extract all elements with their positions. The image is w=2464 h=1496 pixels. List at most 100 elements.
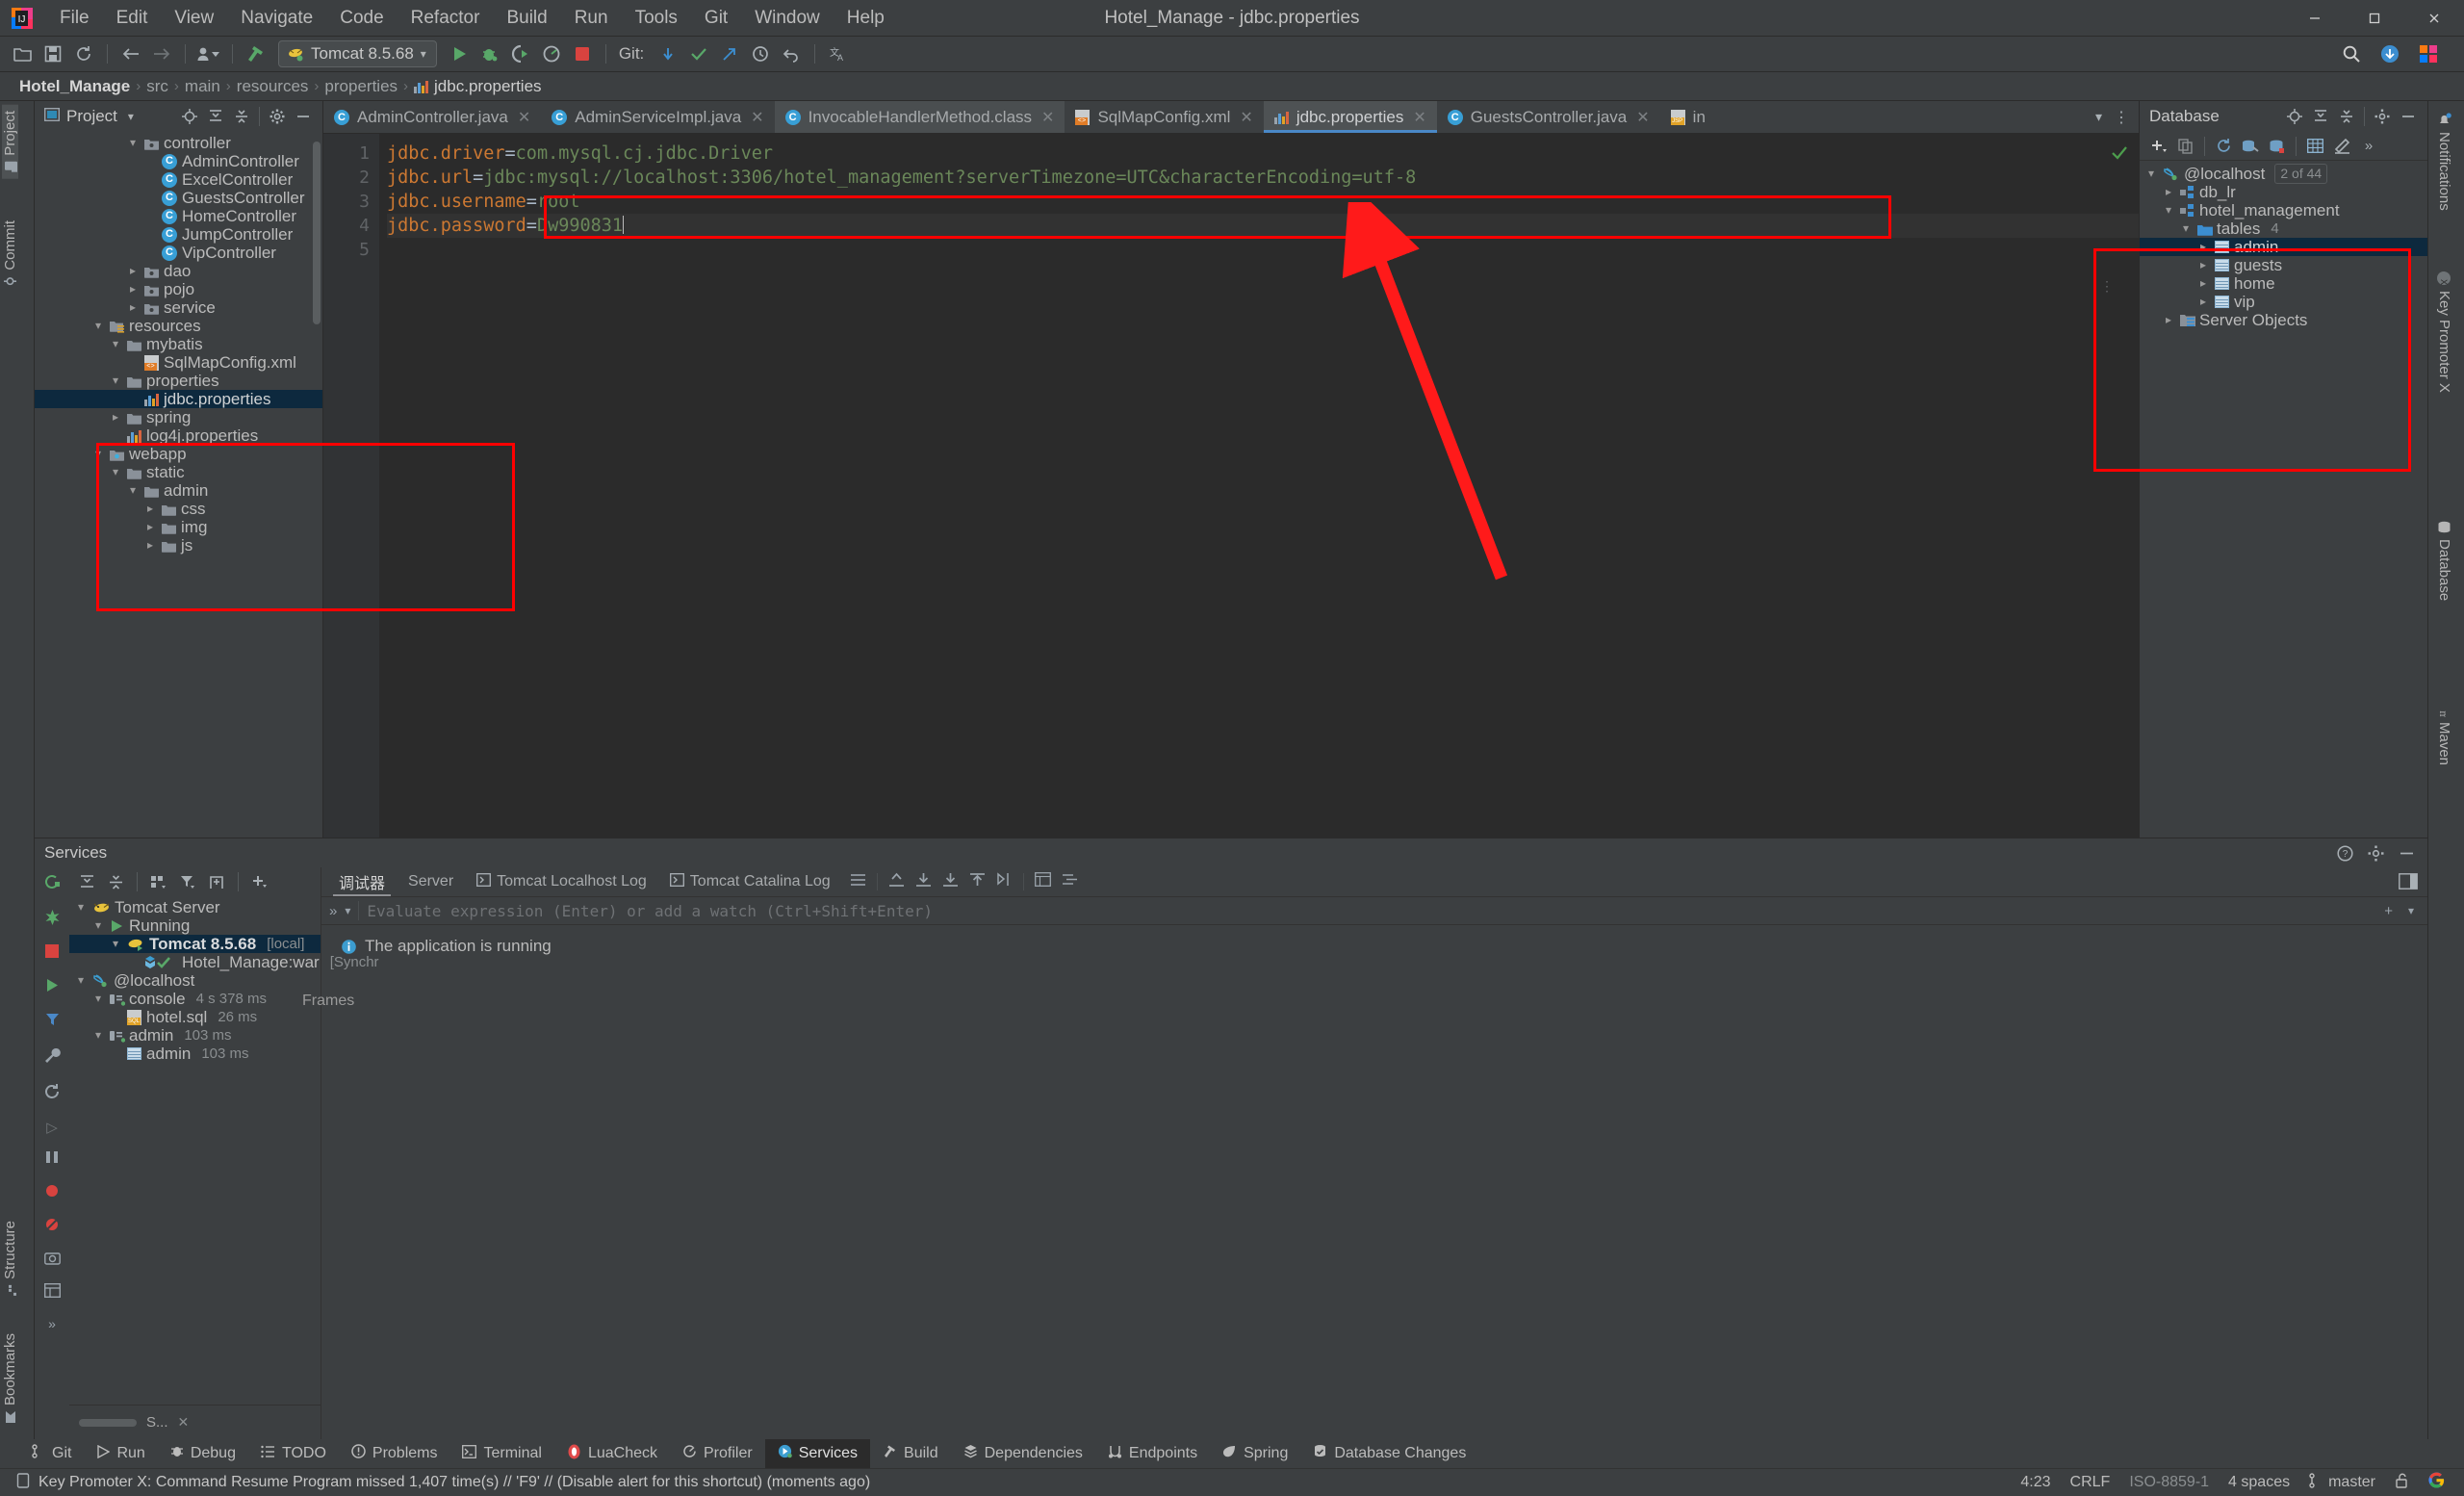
services-tab[interactable]: Tomcat Catalina Log — [658, 867, 842, 896]
chevron-right-icon[interactable]: ▸ — [143, 500, 157, 518]
status-bar-tool-services[interactable]: Services — [764, 1439, 871, 1468]
services-tree-node[interactable]: Hotel_Manage:war [Synchr — [69, 953, 379, 971]
close-icon[interactable]: ✕ — [178, 1414, 190, 1431]
force-step-into-icon[interactable] — [942, 872, 959, 892]
query-console-icon[interactable] — [2330, 135, 2353, 158]
status-bar-tool-debug[interactable]: Debug — [158, 1439, 248, 1468]
chevron-right-icon[interactable]: ▸ — [109, 408, 122, 426]
services-tree-node[interactable]: ▾ console 4 s 378 ms — [69, 990, 321, 1008]
expand-all-icon[interactable] — [2309, 105, 2332, 128]
project-tree-node[interactable]: ▾ mybatis — [35, 335, 322, 353]
chevron-right-icon[interactable]: ▸ — [126, 280, 140, 298]
menu-view[interactable]: View — [161, 4, 227, 33]
stripe-button-key-promoter[interactable]: X Key Promoter X — [2436, 265, 2452, 399]
breadcrumb-item-main[interactable]: main — [179, 77, 226, 96]
stripe-button-database[interactable]: Database — [2436, 515, 2452, 606]
status-bar-message[interactable]: Key Promoter X: Command Resume Program m… — [38, 1474, 870, 1491]
close-tab-icon[interactable]: ✕ — [1041, 108, 1054, 127]
back-arrow-icon[interactable] — [116, 40, 145, 67]
chevron-down-icon[interactable]: ▾ — [109, 372, 122, 390]
menu-file[interactable]: File — [46, 4, 103, 33]
add-plus-icon[interactable] — [2147, 135, 2170, 158]
project-tree-node[interactable]: ▾ controller — [35, 134, 322, 152]
status-bar-tool-endpoints[interactable]: Endpoints — [1095, 1439, 1210, 1468]
table-editor-icon[interactable] — [2303, 135, 2326, 158]
run-with-coverage-icon[interactable] — [506, 40, 535, 67]
project-tree-node[interactable]: ▸ spring — [35, 408, 322, 426]
status-bar-tool-dependencies[interactable]: Dependencies — [951, 1439, 1095, 1468]
debug-icon[interactable] — [475, 40, 504, 67]
translate-icon[interactable]: 文A — [824, 40, 853, 67]
status-bar-tool-build[interactable]: Build — [870, 1439, 951, 1468]
stripe-button-maven[interactable]: m Maven — [2436, 698, 2452, 771]
step-into-icon[interactable] — [915, 872, 932, 892]
locate-icon[interactable] — [2283, 105, 2306, 128]
database-tree-node[interactable]: ▾ @localhost 2 of 44 — [2140, 164, 2427, 184]
more-options-icon[interactable]: ⋮ — [2106, 108, 2129, 127]
status-bar-tool-database-changes[interactable]: Database Changes — [1300, 1439, 1478, 1468]
breadcrumb-item-properties[interactable]: properties — [319, 77, 403, 96]
pause-icon[interactable] — [44, 1149, 60, 1170]
services-tree-node[interactable]: ▾ @localhost — [69, 971, 321, 990]
project-tree-node[interactable]: ▸ dao — [35, 262, 322, 280]
resume-icon[interactable] — [44, 977, 61, 998]
run-icon[interactable] — [445, 40, 474, 67]
menu-navigate[interactable]: Navigate — [227, 4, 326, 33]
stop-square-icon[interactable] — [44, 943, 60, 964]
group-icon[interactable] — [147, 870, 170, 893]
plugin-update-icon[interactable] — [2375, 40, 2404, 67]
rerun-icon[interactable] — [43, 873, 61, 895]
services-tree-node[interactable]: admin 103 ms — [69, 1045, 321, 1063]
services-tab-bar[interactable]: 调试器 Server Tomcat Localhost Log Tomcat Cata… — [321, 867, 2427, 896]
chevron-down-icon[interactable]: ▾ — [2179, 219, 2193, 238]
rollback-icon[interactable] — [777, 40, 806, 67]
restart-icon[interactable] — [43, 1083, 61, 1105]
database-tree-node[interactable]: ▾ hotel_management — [2140, 201, 2427, 219]
code-line[interactable]: jdbc.username=root — [387, 190, 2139, 214]
hide-panel-icon[interactable] — [292, 105, 315, 128]
chevron-down-icon[interactable]: ▾ — [109, 335, 122, 353]
project-tree-node[interactable]: ▸ css — [35, 500, 322, 518]
layout-icon[interactable] — [43, 1282, 61, 1303]
camera-icon[interactable] — [43, 1251, 61, 1270]
evaluate-expression-row[interactable]: » ▾ Evaluate expression (Enter) or add a… — [321, 896, 2427, 925]
editor-tab[interactable]: C AdminController.java ✕ — [323, 101, 541, 133]
chevron-down-icon[interactable]: ▾ — [421, 47, 426, 61]
chevron-down-icon[interactable]: ▾ — [91, 317, 105, 335]
close-tab-icon[interactable]: ✕ — [1413, 108, 1425, 127]
chevron-right-icon[interactable]: ▸ — [143, 536, 157, 555]
db-sync-icon[interactable] — [2239, 135, 2262, 158]
close-tab-icon[interactable]: ✕ — [751, 108, 763, 127]
more-icon[interactable]: » — [48, 1316, 56, 1331]
filter-icon[interactable] — [44, 1012, 61, 1033]
database-tree-node[interactable]: ▸ vip — [2140, 293, 2427, 311]
stripe-button-structure[interactable]: Structure — [2, 1215, 18, 1303]
services-tab[interactable]: Server — [397, 867, 465, 896]
project-tree-node[interactable]: ▾ webapp — [35, 445, 322, 463]
project-tree-node[interactable]: ▾ admin — [35, 481, 322, 500]
line-separator[interactable]: CRLF — [2070, 1474, 2111, 1491]
user-profile-icon[interactable] — [194, 40, 223, 67]
chevron-right-icon[interactable]: ▸ — [2196, 274, 2210, 293]
evaluate-icon[interactable] — [1034, 872, 1051, 891]
menu-code[interactable]: Code — [326, 4, 397, 33]
chevron-down-icon[interactable]: ▾ — [109, 935, 122, 953]
menu-refactor[interactable]: Refactor — [398, 4, 494, 33]
ide-icon[interactable] — [2414, 40, 2443, 67]
chevron-down-icon[interactable]: ▾ — [74, 971, 88, 990]
open-folder-icon[interactable] — [8, 40, 37, 67]
project-tree-node[interactable]: ▸ pojo — [35, 280, 322, 298]
run-configuration-selector[interactable]: Tomcat 8.5.68 ▾ — [278, 40, 437, 67]
gear-icon[interactable] — [2364, 841, 2387, 864]
chevron-right-icon[interactable]: ▸ — [126, 262, 140, 280]
menu-help[interactable]: Help — [834, 4, 898, 33]
profile-icon[interactable] — [537, 40, 566, 67]
services-tab[interactable]: 调试器 — [327, 867, 397, 896]
gear-icon[interactable] — [2371, 105, 2394, 128]
close-tab-icon[interactable]: ✕ — [1636, 108, 1649, 127]
step-over-icon[interactable]: ▷ — [46, 1119, 58, 1136]
status-bar-tool-buttons[interactable]: Git Run Debug TODO Problems Terminal LuaCheck P… — [0, 1439, 2464, 1468]
git-update-icon[interactable] — [654, 40, 682, 67]
menu-run[interactable]: Run — [561, 4, 622, 33]
locate-file-icon[interactable] — [178, 105, 201, 128]
